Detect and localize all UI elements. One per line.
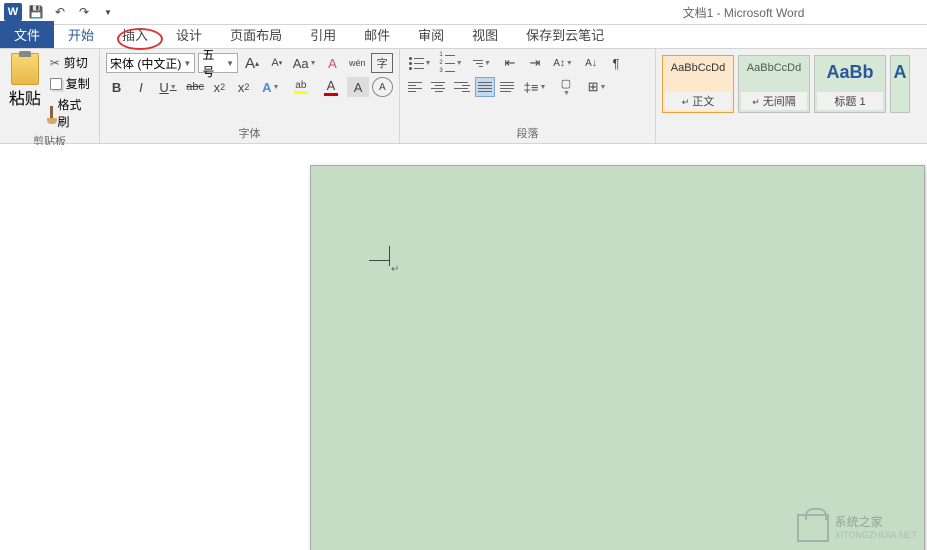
tab-home[interactable]: 开始 <box>54 21 108 48</box>
shrink-font-button[interactable]: A▾ <box>266 53 288 73</box>
bullets-button[interactable]: ▼ <box>406 53 434 73</box>
clear-formatting-button[interactable]: A <box>322 53 344 73</box>
chevron-down-icon: ▼ <box>183 59 191 68</box>
italic-button[interactable]: I <box>130 77 151 97</box>
grow-font-button[interactable]: A▴ <box>241 53 263 73</box>
window-title: 文档1 - Microsoft Word <box>683 4 805 21</box>
align-distributed-button[interactable] <box>498 77 518 97</box>
text-cursor: ↵ <box>389 246 390 266</box>
multilevel-list-button[interactable]: ▼ <box>468 53 496 73</box>
superscript-button[interactable]: x2 <box>233 77 254 97</box>
qat-customize-icon[interactable]: ▼ <box>100 4 116 20</box>
save-icon[interactable]: 💾 <box>28 4 44 20</box>
paste-icon <box>11 53 39 85</box>
line-spacing-button[interactable]: ‡≡▼ <box>521 77 549 97</box>
watermark-icon <box>797 514 829 542</box>
copy-button[interactable]: 复制 <box>48 74 93 93</box>
document-page[interactable]: ↵ <box>310 165 925 550</box>
borders-button[interactable]: ⊞▼ <box>583 77 611 97</box>
cut-button[interactable]: ✂剪切 <box>48 53 93 72</box>
format-painter-button[interactable]: 格式刷 <box>48 95 93 131</box>
word-app-icon: W <box>4 3 22 21</box>
clipboard-group: 粘贴 ✂剪切 复制 格式刷 剪贴板 <box>0 49 100 143</box>
text-direction-button[interactable]: A↕▼ <box>549 53 577 73</box>
strikethrough-button[interactable]: abc <box>185 77 206 97</box>
paste-button[interactable]: 粘贴 <box>6 53 44 131</box>
tab-layout[interactable]: 页面布局 <box>216 21 296 48</box>
character-border-button[interactable]: 字 <box>371 53 393 73</box>
show-marks-button[interactable]: ¶ <box>605 53 627 73</box>
paragraph-group-label: 段落 <box>406 123 649 141</box>
chevron-down-icon: ▼ <box>226 59 234 68</box>
style-more[interactable]: A <box>890 55 910 113</box>
shading-button[interactable]: ▢▼ <box>552 77 580 97</box>
char-shading-button[interactable]: A <box>347 77 368 97</box>
tab-view[interactable]: 视图 <box>458 21 512 48</box>
tab-cloud-save[interactable]: 保存到云笔记 <box>512 21 618 48</box>
align-right-button[interactable] <box>452 77 472 97</box>
font-size-combo[interactable]: 五号▼ <box>198 53 238 73</box>
text-effects-button[interactable]: A▼ <box>257 77 284 97</box>
font-group: 宋体 (中文正)▼ 五号▼ A▴ A▾ Aa▼ A wén 字 B I U▼ a… <box>100 49 400 143</box>
subscript-button[interactable]: x2 <box>209 77 230 97</box>
style-heading-1[interactable]: AaBb 标题 1 <box>814 55 886 113</box>
font-color-button[interactable]: A <box>317 77 344 97</box>
tab-file[interactable]: 文件 <box>0 21 54 48</box>
tab-insert[interactable]: 插入 <box>108 21 162 48</box>
undo-icon[interactable]: ↶ <box>52 4 68 20</box>
font-name-combo[interactable]: 宋体 (中文正)▼ <box>106 53 195 73</box>
scissors-icon: ✂ <box>50 56 60 70</box>
redo-icon[interactable]: ↷ <box>76 4 92 20</box>
watermark-text: 系统之家 <box>835 516 917 529</box>
change-case-button[interactable]: Aa▼ <box>291 53 319 73</box>
style-no-spacing[interactable]: AaBbCcDd ↵ 无间隔 <box>738 55 810 113</box>
phonetic-guide-button[interactable]: wén <box>346 53 368 73</box>
styles-group: AaBbCcDd ↵ 正文 AaBbCcDd ↵ 无间隔 AaBb 标题 1 A <box>656 49 927 143</box>
tab-mailings[interactable]: 邮件 <box>350 21 404 48</box>
copy-icon <box>50 78 62 90</box>
ribbon: 粘贴 ✂剪切 复制 格式刷 剪贴板 宋体 (中文正)▼ 五号▼ A▴ A▾ Aa… <box>0 49 927 144</box>
style-normal[interactable]: AaBbCcDd ↵ 正文 <box>662 55 734 113</box>
paste-label: 粘贴 <box>9 85 41 109</box>
bold-button[interactable]: B <box>106 77 127 97</box>
brush-icon <box>50 106 54 120</box>
highlight-button[interactable]: ab <box>287 77 314 97</box>
numbering-button[interactable]: 123▼ <box>437 53 465 73</box>
paragraph-group: ▼ 123▼ ▼ ⇤ ⇥ A↕▼ A↓ ¶ ‡≡▼ ▢▼ ⊞▼ 段落 <box>400 49 656 143</box>
document-area: ↵ <box>0 145 927 550</box>
align-left-button[interactable] <box>406 77 426 97</box>
tab-review[interactable]: 审阅 <box>404 21 458 48</box>
align-justify-button[interactable] <box>475 77 495 97</box>
tab-design[interactable]: 设计 <box>162 21 216 48</box>
underline-button[interactable]: U▼ <box>155 77 182 97</box>
enclose-char-button[interactable]: A <box>372 77 393 97</box>
watermark-subtext: XITONGZHIJIA.NET <box>835 530 917 540</box>
tab-references[interactable]: 引用 <box>296 21 350 48</box>
ribbon-tabs: 文件 开始 插入 设计 页面布局 引用 邮件 审阅 视图 保存到云笔记 <box>0 25 927 49</box>
quick-access-toolbar: 💾 ↶ ↷ ▼ <box>28 4 116 20</box>
font-group-label: 字体 <box>106 123 393 141</box>
align-center-button[interactable] <box>429 77 449 97</box>
sort-button[interactable]: A↓ <box>580 53 602 73</box>
watermark: 系统之家 XITONGZHIJIA.NET <box>797 514 917 542</box>
increase-indent-button[interactable]: ⇥ <box>524 53 546 73</box>
decrease-indent-button[interactable]: ⇤ <box>499 53 521 73</box>
